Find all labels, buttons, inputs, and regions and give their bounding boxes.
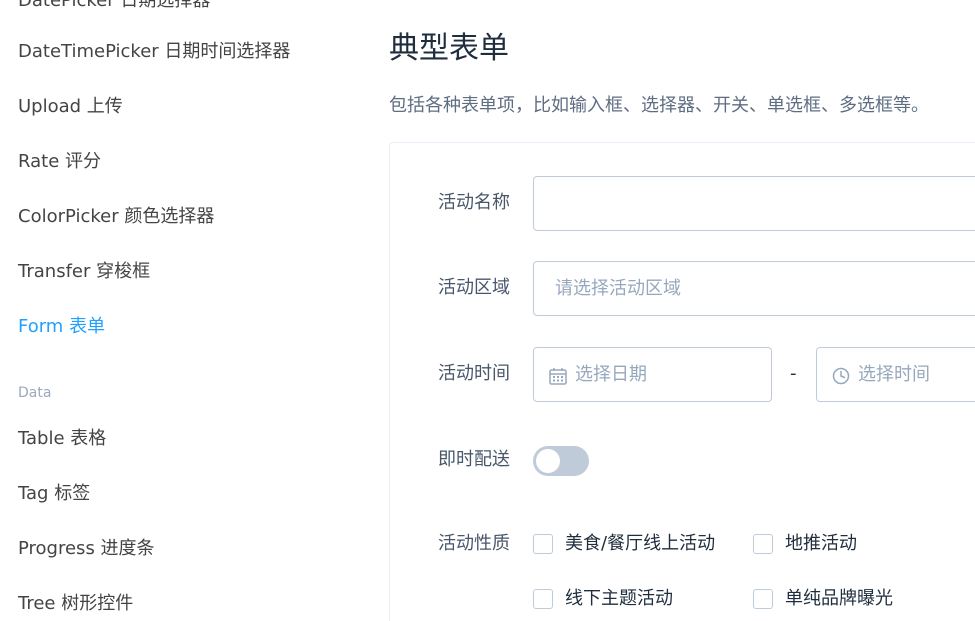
time-placeholder: 选择时间 [858, 364, 930, 385]
page: DatePicker 日期选择器 DateTimePicker 日期时间选择器 … [0, 0, 975, 621]
sidebar-item-tree[interactable]: Tree 树形控件 [18, 593, 133, 615]
checkbox-box[interactable] [533, 534, 553, 554]
checkbox-label: 美食/餐厅线上活动 [565, 533, 716, 554]
checkbox-label: 线下主题活动 [565, 588, 673, 609]
sidebar-item-rate[interactable]: Rate 评分 [18, 151, 101, 173]
checkbox-label: 单纯品牌曝光 [785, 588, 893, 609]
checkbox-label: 地推活动 [785, 533, 857, 554]
page-title: 典型表单 [389, 31, 509, 66]
clock-icon [831, 366, 851, 386]
sidebar-group-data: Data [18, 385, 52, 401]
activity-time-label: 活动时间 [438, 363, 510, 384]
date-picker[interactable]: 选择日期 [533, 347, 772, 402]
activity-region-placeholder: 请选择活动区域 [555, 278, 681, 299]
activity-name-input[interactable] [533, 176, 975, 231]
activity-type-label: 活动性质 [438, 533, 510, 554]
switch-knob [536, 449, 560, 473]
checkbox-box[interactable] [753, 589, 773, 609]
sidebar-item-datepicker[interactable]: DatePicker 日期选择器 [18, 0, 210, 12]
sidebar-item-colorpicker[interactable]: ColorPicker 颜色选择器 [18, 206, 214, 228]
delivery-switch[interactable] [533, 446, 589, 476]
sidebar-item-upload[interactable]: Upload 上传 [18, 96, 123, 118]
delivery-label: 即时配送 [438, 449, 510, 470]
calendar-icon [548, 366, 568, 386]
activity-region-label: 活动区域 [438, 277, 510, 298]
date-placeholder: 选择日期 [575, 364, 647, 385]
sidebar-item-transfer[interactable]: Transfer 穿梭框 [18, 261, 150, 283]
checkbox-box[interactable] [753, 534, 773, 554]
activity-region-select[interactable]: 请选择活动区域 [533, 261, 975, 316]
activity-name-label: 活动名称 [438, 192, 510, 213]
time-picker[interactable]: 选择时间 [816, 347, 975, 402]
sidebar-item-table[interactable]: Table 表格 [18, 428, 106, 450]
sidebar-item-tag[interactable]: Tag 标签 [18, 483, 90, 505]
page-description: 包括各种表单项，比如输入框、选择器、开关、单选框、多选框等。 [389, 95, 929, 116]
time-separator: - [790, 363, 797, 384]
sidebar-item-progress[interactable]: Progress 进度条 [18, 538, 155, 560]
sidebar-nav: DatePicker 日期选择器 DateTimePicker 日期时间选择器 … [0, 0, 360, 621]
sidebar-item-form[interactable]: Form 表单 [18, 316, 105, 338]
sidebar-item-datetimepicker[interactable]: DateTimePicker 日期时间选择器 [18, 41, 290, 63]
checkbox-box[interactable] [533, 589, 553, 609]
